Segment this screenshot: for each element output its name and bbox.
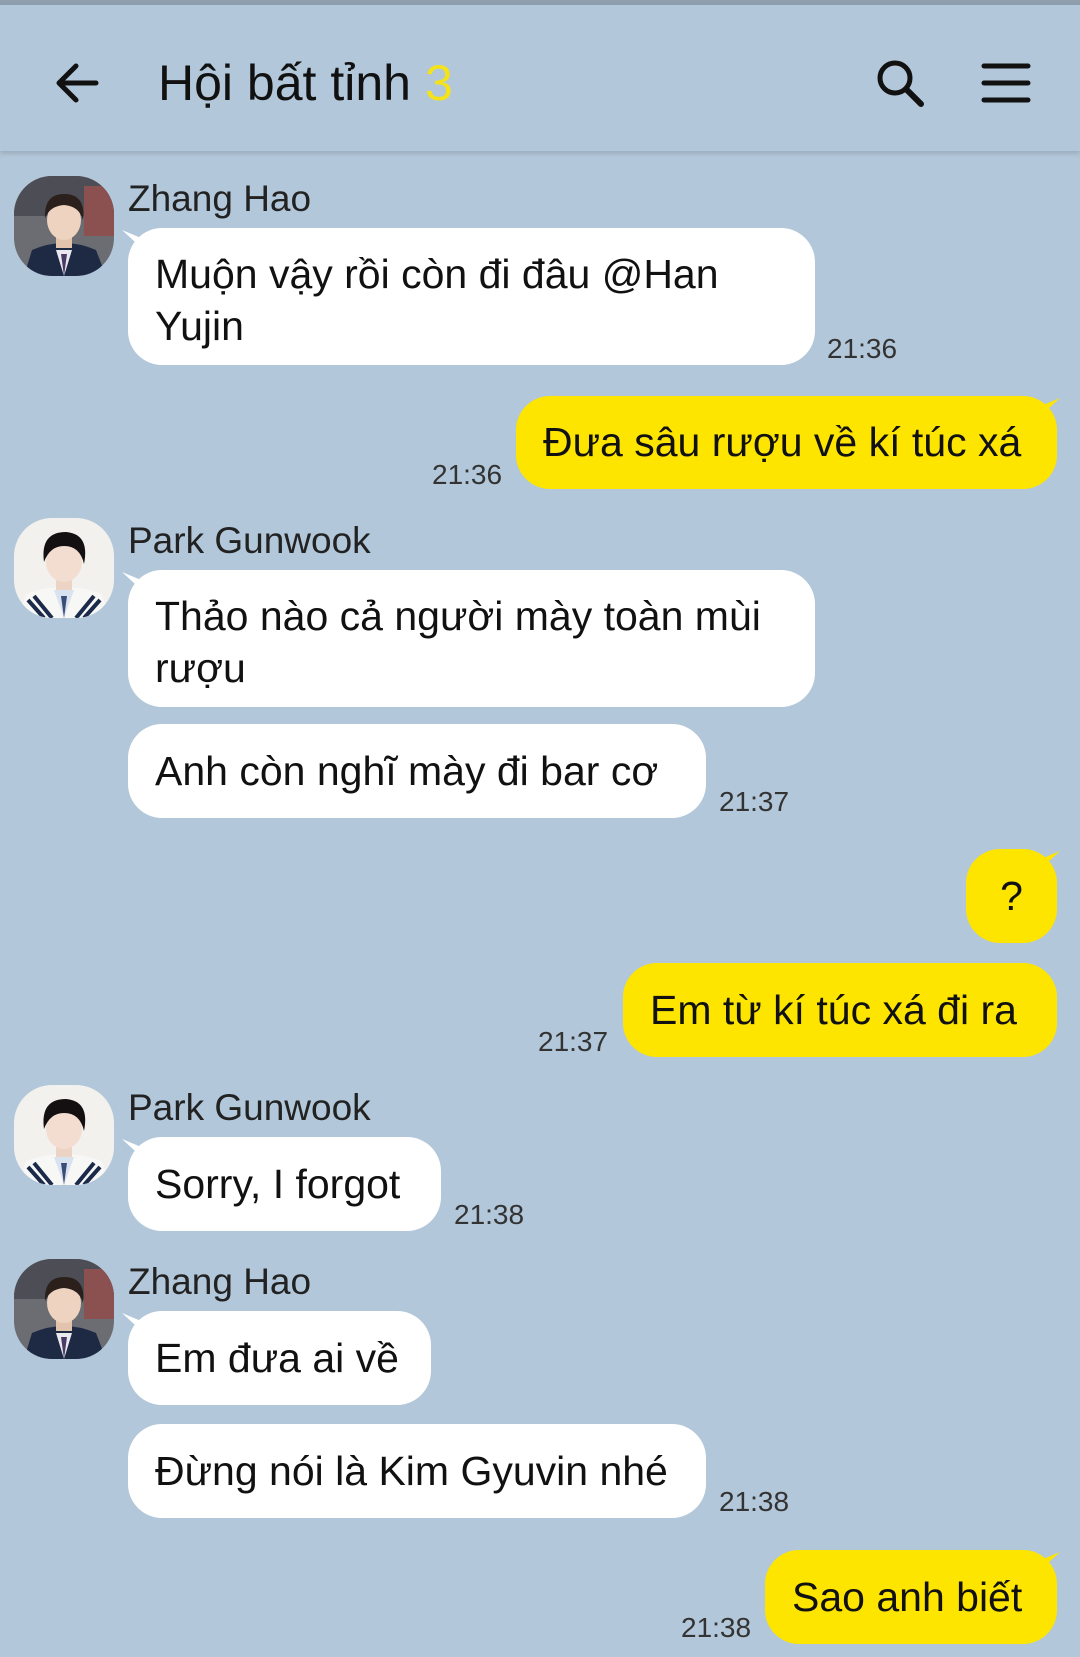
avatar[interactable] [14, 1259, 114, 1359]
message-time: 21:38 [719, 1486, 790, 1517]
sender-name: Park Gunwook [128, 520, 371, 561]
message-time: 21:37 [719, 786, 790, 817]
menu-icon[interactable] [980, 57, 1032, 109]
avatar[interactable] [14, 1085, 114, 1185]
message-time: 21:38 [454, 1199, 525, 1230]
sender-name: Park Gunwook [128, 1087, 371, 1128]
message-bubble[interactable]: Đưa sâu rượu về kí túc xá [516, 396, 1057, 489]
message-bubble[interactable]: Anh còn nghĩ mày đi bar cơ [128, 724, 706, 818]
message-time: 21:37 [538, 1026, 609, 1057]
message-time: 21:38 [681, 1612, 752, 1643]
member-count: 3 [424, 55, 453, 111]
message-bubble[interactable]: Sao anh biết [765, 1550, 1057, 1644]
message-bubble[interactable]: ? [966, 849, 1057, 943]
back-arrow-icon[interactable] [50, 55, 106, 111]
message-bubble[interactable]: Đừng nói là Kim Gyuvin nhé [128, 1424, 706, 1518]
message-bubble[interactable]: Sorry, I forgot [128, 1137, 441, 1231]
message-bubble[interactable]: Em từ kí túc xá đi ra [623, 963, 1057, 1057]
sender-name: Zhang Hao [128, 1261, 312, 1302]
avatar[interactable] [14, 518, 114, 618]
search-icon[interactable] [872, 55, 928, 111]
chat-header: Hội bất tỉnh 3 [0, 5, 1080, 151]
message-bubble[interactable]: Thảo nào cả người mày toàn mùi rượu [128, 570, 815, 707]
message-bubble[interactable]: Em đưa ai về [128, 1311, 431, 1405]
chat-title: Hội bất tỉnh 3 [158, 51, 453, 115]
message-time: 21:36 [827, 333, 898, 364]
message-bubble[interactable]: Muộn vậy rồi còn đi đâu @Han Yujin [128, 228, 815, 365]
avatar[interactable] [14, 176, 114, 276]
sender-name: Zhang Hao [128, 178, 312, 219]
message-time: 21:36 [432, 459, 503, 490]
chat-name: Hội bất tỉnh [158, 55, 411, 111]
